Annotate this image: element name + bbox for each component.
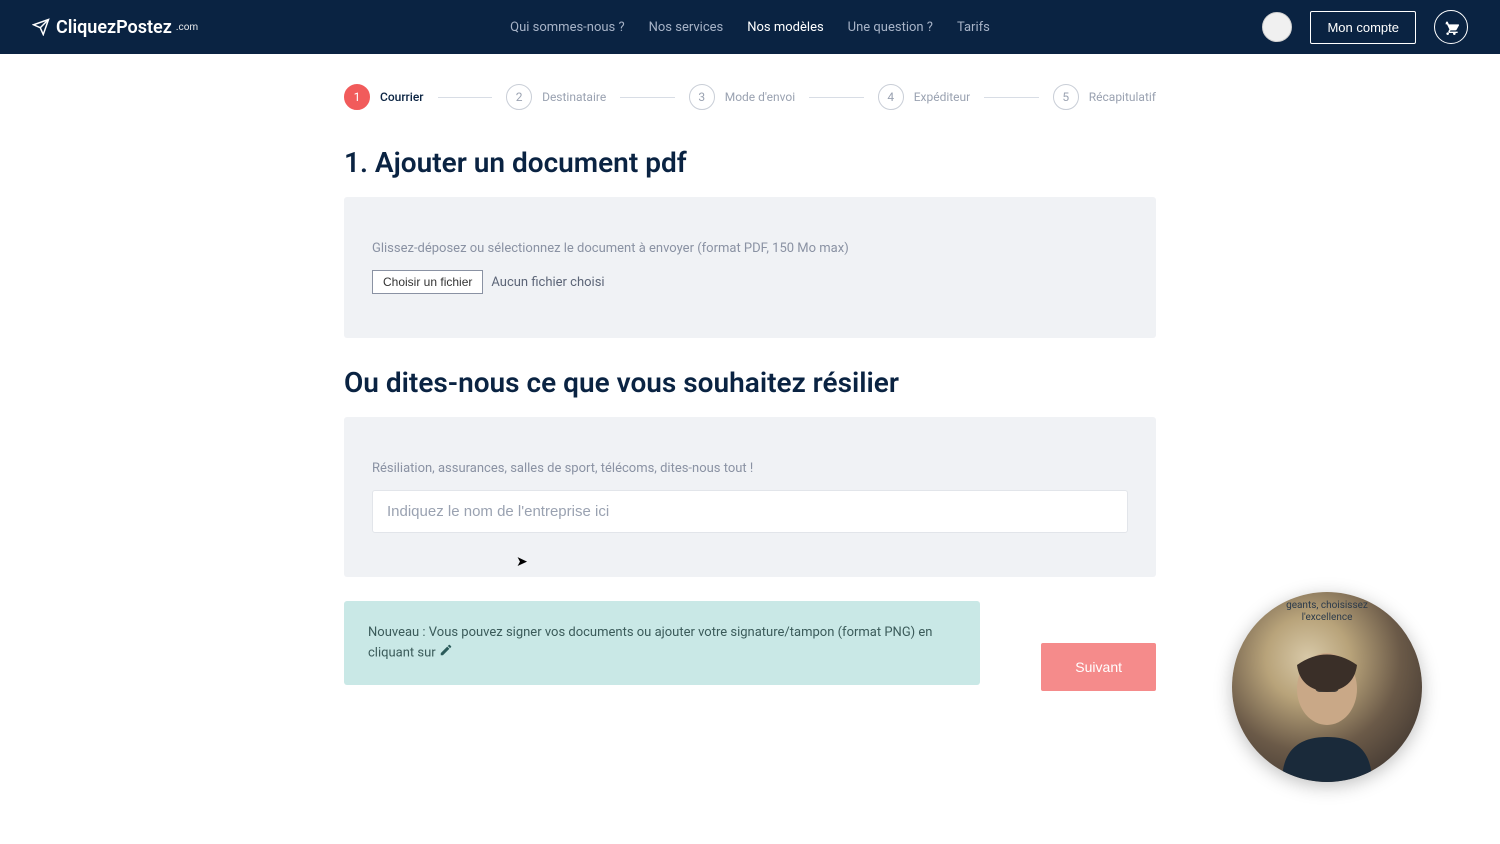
- logo[interactable]: CliquezPostez .com: [32, 17, 198, 38]
- step-connector: [620, 97, 675, 98]
- brand-name: CliquezPostez: [56, 17, 172, 38]
- cancel-hint: Résiliation, assurances, salles de sport…: [372, 461, 1128, 476]
- cancel-panel: Résiliation, assurances, salles de sport…: [344, 417, 1156, 577]
- cancel-title: Ou dites-nous ce que vous souhaitez rési…: [344, 366, 1156, 399]
- step-connector: [984, 97, 1039, 98]
- step-destinataire[interactable]: 2 Destinataire: [506, 84, 606, 110]
- nav-templates[interactable]: Nos modèles: [747, 20, 823, 35]
- header: CliquezPostez .com Qui sommes-nous ? Nos …: [0, 0, 1500, 54]
- step-expediteur[interactable]: 4 Expéditeur: [878, 84, 971, 110]
- paper-plane-icon: [32, 18, 50, 36]
- nav-about[interactable]: Qui sommes-nous ?: [510, 20, 624, 35]
- step-number: 5: [1053, 84, 1079, 110]
- upload-hint: Glissez-déposez ou sélectionnez le docum…: [372, 241, 1128, 256]
- step-connector: [438, 97, 493, 98]
- cart-button[interactable]: [1434, 10, 1468, 44]
- step-mode-envoi[interactable]: 3 Mode d'envoi: [689, 84, 795, 110]
- brand-suffix: .com: [176, 22, 198, 33]
- choose-file-button[interactable]: Choisir un fichier: [372, 270, 483, 294]
- info-banner: Nouveau : Vous pouvez signer vos documen…: [344, 601, 980, 685]
- file-row: Choisir un fichier Aucun fichier choisi: [372, 270, 1128, 294]
- step-courrier[interactable]: 1 Courrier: [344, 84, 424, 110]
- video-bubble[interactable]: geants, choisissez l'excellence: [1232, 592, 1422, 782]
- step-label: Destinataire: [542, 90, 606, 104]
- header-left: CliquezPostez .com: [32, 17, 198, 38]
- nav-question[interactable]: Une question ?: [848, 20, 933, 35]
- step-number: 4: [878, 84, 904, 110]
- next-button[interactable]: Suivant: [1041, 643, 1156, 691]
- step-number: 1: [344, 84, 370, 110]
- video-caption: geants, choisissez l'excellence: [1267, 600, 1387, 624]
- stepper: 1 Courrier 2 Destinataire 3 Mode d'envoi…: [344, 54, 1156, 122]
- file-status: Aucun fichier choisi: [491, 275, 604, 290]
- nav-pricing[interactable]: Tarifs: [957, 20, 990, 35]
- step-connector: [809, 97, 864, 98]
- step-label: Courrier: [380, 90, 424, 104]
- person-icon: [1252, 632, 1402, 782]
- main-nav: Qui sommes-nous ? Nos services Nos modèl…: [510, 20, 990, 35]
- step-label: Expéditeur: [914, 90, 971, 104]
- step-label: Récapitulatif: [1089, 90, 1156, 104]
- account-button[interactable]: Mon compte: [1310, 11, 1416, 44]
- cart-icon: [1443, 19, 1459, 35]
- pen-icon: [439, 643, 453, 664]
- main-container: 1. Ajouter un document pdf Glissez-dépos…: [344, 146, 1156, 685]
- header-right: Mon compte: [1262, 10, 1468, 44]
- nav-services[interactable]: Nos services: [649, 20, 724, 35]
- upload-title: 1. Ajouter un document pdf: [344, 146, 1156, 179]
- step-label: Mode d'envoi: [725, 90, 795, 104]
- upload-panel[interactable]: Glissez-déposez ou sélectionnez le docum…: [344, 197, 1156, 338]
- avatar[interactable]: [1262, 12, 1292, 42]
- step-number: 2: [506, 84, 532, 110]
- step-recapitulatif[interactable]: 5 Récapitulatif: [1053, 84, 1156, 110]
- step-number: 3: [689, 84, 715, 110]
- company-input[interactable]: [372, 490, 1128, 533]
